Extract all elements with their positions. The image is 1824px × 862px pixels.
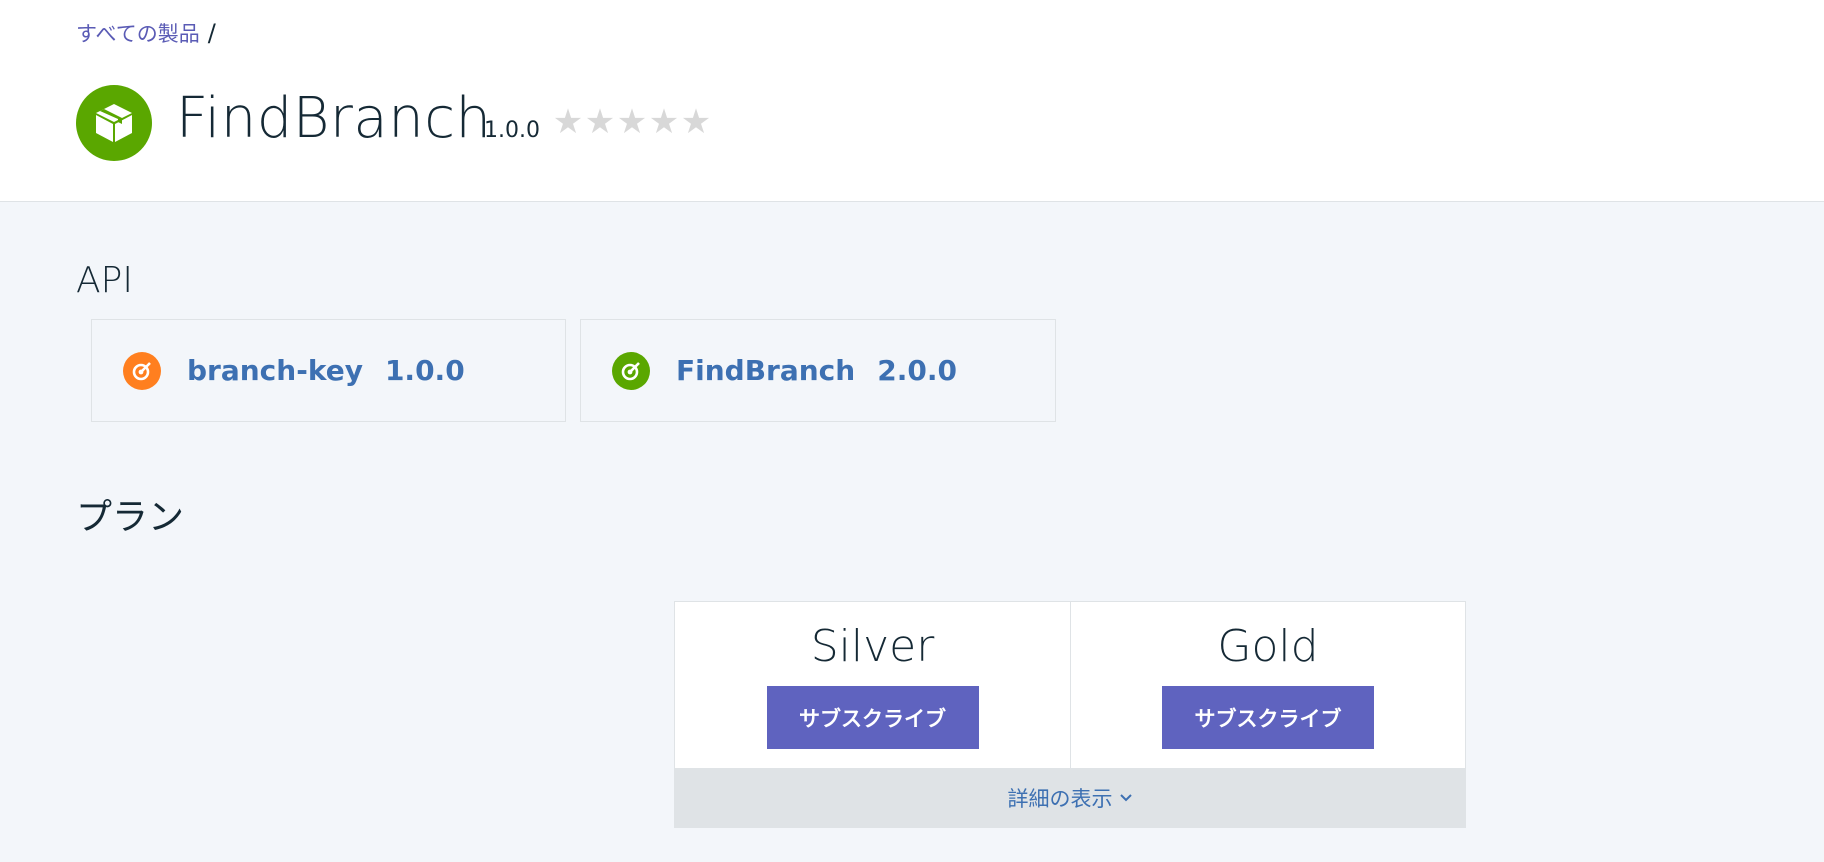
breadcrumb-separator: / bbox=[207, 19, 216, 47]
subscribe-button[interactable]: サブスクライブ bbox=[766, 686, 979, 749]
star-icon[interactable]: ★ bbox=[584, 102, 616, 142]
star-icon[interactable]: ★ bbox=[648, 102, 680, 142]
product-header: すべての製品 / FindBranch 1.0.0 ★ ★ ★ ★ ★ bbox=[0, 0, 1824, 202]
api-card-findbranch[interactable]: FindBranch 2.0.0 bbox=[580, 319, 1056, 422]
show-details-label: 詳細の表示 bbox=[1007, 786, 1113, 811]
star-icon[interactable]: ★ bbox=[552, 102, 584, 142]
api-name: branch-key bbox=[187, 354, 363, 387]
product-logo bbox=[76, 85, 152, 161]
api-name: FindBranch bbox=[676, 354, 856, 387]
product-title: FindBranch bbox=[176, 86, 492, 151]
plans-table: Silver サブスクライブ Gold サブスクライブ 詳細の表示 bbox=[674, 601, 1466, 828]
api-version: 1.0.0 bbox=[384, 354, 465, 387]
plan-name: Gold bbox=[1217, 621, 1319, 672]
api-version: 2.0.0 bbox=[877, 354, 957, 387]
plans-section-title: プラン bbox=[76, 497, 185, 538]
api-card-branch-key[interactable]: branch-key 1.0.0 bbox=[91, 319, 566, 422]
api-icon bbox=[123, 351, 161, 390]
breadcrumb-all-products-link[interactable]: すべての製品 bbox=[76, 18, 200, 48]
api-icon bbox=[612, 351, 650, 390]
plan-silver: Silver サブスクライブ bbox=[675, 602, 1070, 768]
product-version: 1.0.0 bbox=[484, 118, 540, 143]
package-icon bbox=[96, 104, 132, 142]
rating-stars[interactable]: ★ ★ ★ ★ ★ bbox=[552, 102, 712, 142]
breadcrumb: すべての製品 / bbox=[76, 18, 216, 48]
show-details-button[interactable]: 詳細の表示 bbox=[675, 768, 1465, 827]
api-section-title: API bbox=[76, 260, 133, 301]
star-icon[interactable]: ★ bbox=[680, 102, 712, 142]
plan-gold: Gold サブスクライブ bbox=[1070, 602, 1465, 768]
plan-name: Silver bbox=[810, 621, 935, 672]
subscribe-button[interactable]: サブスクライブ bbox=[1162, 686, 1374, 749]
chevron-down-icon bbox=[1119, 793, 1132, 801]
star-icon[interactable]: ★ bbox=[616, 102, 648, 142]
